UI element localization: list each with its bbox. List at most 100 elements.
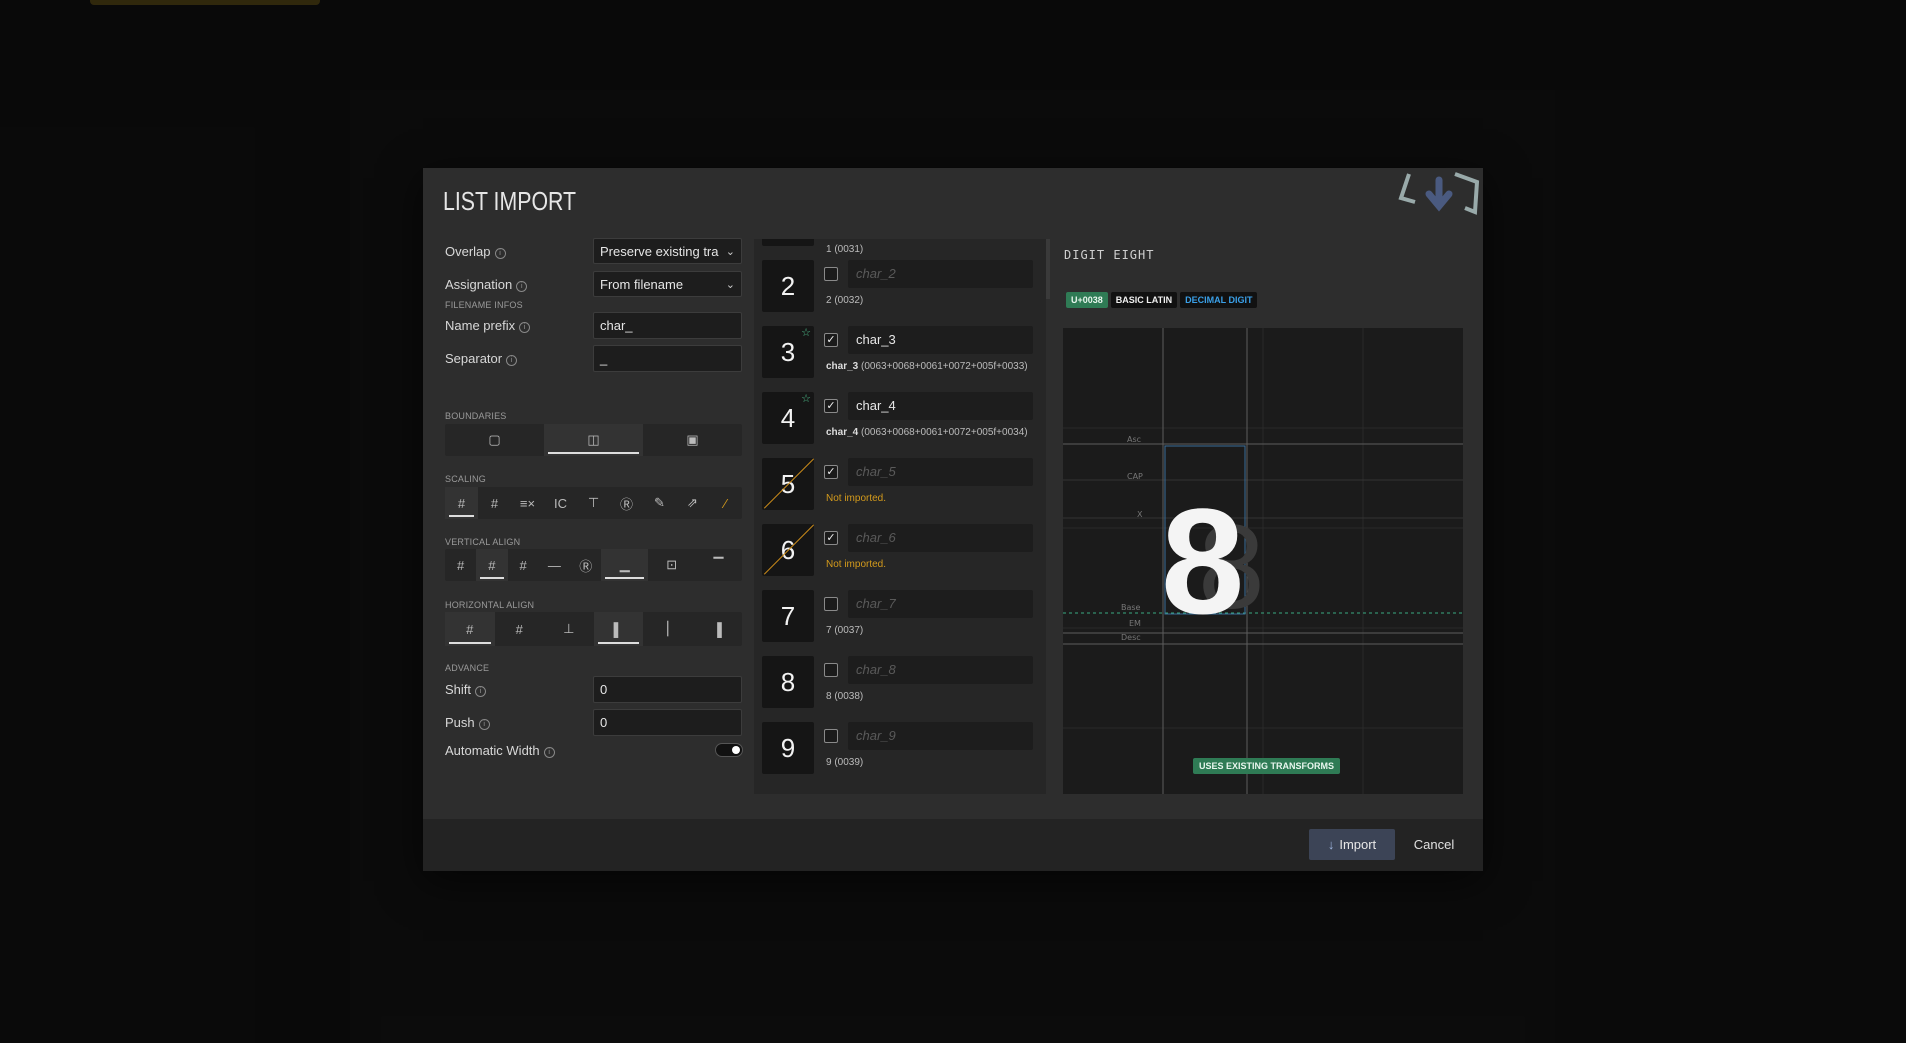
info-icon[interactable]: i xyxy=(506,355,518,366)
assignation-select[interactable]: From filename ⌄ xyxy=(593,271,742,297)
valign-2-button[interactable]: # xyxy=(476,549,508,581)
scale-cap-button[interactable]: IC xyxy=(544,487,577,519)
list-item[interactable]: 3 ☆ ✓ char_3 char_3 (0063+0068+0061+0072+005… xyxy=(754,326,1046,392)
pencil-icon: ✎ xyxy=(654,495,665,510)
block-badge: BASIC LATIN xyxy=(1110,292,1178,308)
import-checkbox[interactable] xyxy=(824,597,838,611)
scale-grid-alt-button[interactable]: # xyxy=(478,487,511,519)
list-item[interactable]: 4 ☆ ✓ char_4 char_4 (0063+0068+0061+0072+005… xyxy=(754,392,1046,458)
halign-left-button[interactable]: ▌ xyxy=(593,612,643,646)
slash-icon: ⁄ xyxy=(724,495,727,511)
glyph-code-value: (0063+0068+0061+0072+005f+0033) xyxy=(858,361,1028,372)
push-label: Push i xyxy=(445,715,490,730)
import-checkbox[interactable] xyxy=(824,663,838,677)
scale-x-button[interactable]: ≡× xyxy=(511,487,544,519)
glyph-thumbnail-char: 9 xyxy=(780,732,796,763)
scale-height-button[interactable]: ⊤ xyxy=(577,487,610,519)
valign-bottom-button[interactable]: ▁ xyxy=(601,549,649,581)
halign-1-button[interactable]: # xyxy=(445,612,495,646)
glyph-code: 1 (0031) xyxy=(826,244,863,255)
scale-grid-button[interactable]: # xyxy=(445,487,478,519)
halign-right-button[interactable]: ▐ xyxy=(693,612,743,646)
glyph-name-input[interactable]: char_2 xyxy=(848,260,1033,288)
transforms-badge: USES EXISTING TRANSFORMS xyxy=(1193,758,1341,774)
chevron-down-icon: ⌄ xyxy=(725,279,735,291)
grid-icon: # xyxy=(490,495,499,511)
info-icon[interactable]: i xyxy=(478,719,490,730)
list-item[interactable]: 6 ✓ char_6 Not imported. xyxy=(754,524,1046,590)
glyph-code: char_3 (0063+0068+0061+0072+005f+0033) xyxy=(826,361,1028,372)
glyph-name-input[interactable]: char_8 xyxy=(848,656,1033,684)
separator-input[interactable]: _ xyxy=(593,345,742,372)
valign-4-button[interactable]: — xyxy=(539,549,570,581)
import-button[interactable]: ↓ Import xyxy=(1309,829,1395,860)
glyph-thumbnail-char: 4 xyxy=(780,402,796,433)
cancel-button[interactable]: Cancel xyxy=(1406,829,1462,860)
scale-fit-button[interactable]: ⇗ xyxy=(676,487,709,519)
align-top-icon: ▔ xyxy=(713,557,724,572)
glyph-list[interactable]: 11 (0031)2char_22 (0032)3☆✓char_3char_3 … xyxy=(754,239,1046,794)
info-icon[interactable]: i xyxy=(519,322,531,333)
list-item[interactable]: 5 ✓ char_5 Not imported. xyxy=(754,458,1046,524)
import-checkbox[interactable] xyxy=(824,267,838,281)
glyph-thumbnail: 8 xyxy=(762,656,814,708)
name-prefix-input[interactable]: char_ xyxy=(593,312,742,339)
import-checkbox[interactable] xyxy=(824,729,838,743)
name-prefix-row: Name prefix i char_ xyxy=(445,312,745,340)
list-item[interactable]: 1 1 (0031) xyxy=(754,239,1046,260)
scale-none-button[interactable]: ⁄ xyxy=(709,487,742,519)
list-item[interactable]: 9 char_9 9 (0039) xyxy=(754,722,1046,788)
info-icon[interactable]: i xyxy=(494,248,506,259)
glyph-name-input[interactable]: char_4 xyxy=(848,392,1033,420)
vertical-align-toolbar: # # # — Ⓡ ▁ ⊡ ▔ xyxy=(445,549,742,581)
import-checkbox[interactable]: ✓ xyxy=(824,465,838,479)
glyph-code: char_4 (0063+0068+0061+0072+005f+0034) xyxy=(826,427,1028,438)
list-item[interactable]: 8 char_8 8 (0038) xyxy=(754,656,1046,722)
glyph-name-input[interactable]: char_7 xyxy=(848,590,1033,618)
list-scrollbar[interactable] xyxy=(1046,239,1050,299)
info-icon[interactable]: i xyxy=(543,747,555,758)
glyph-code: 8 (0038) xyxy=(826,691,863,702)
import-checkbox[interactable]: ✓ xyxy=(824,531,838,545)
list-item[interactable]: 7 char_7 7 (0037) xyxy=(754,590,1046,656)
import-status: Not imported. xyxy=(826,559,887,570)
auto-width-row: Automatic Width i xyxy=(445,737,745,765)
halign-center-button[interactable]: ⎪ xyxy=(643,612,693,646)
not-imported-slash-icon xyxy=(763,458,814,509)
not-imported-slash-icon xyxy=(763,524,814,575)
halign-2-button[interactable]: # xyxy=(495,612,545,646)
import-checkbox[interactable]: ✓ xyxy=(824,333,838,347)
shift-input[interactable]: 0 xyxy=(593,676,742,703)
auto-width-toggle[interactable] xyxy=(715,743,743,757)
shift-label: Shift i xyxy=(445,682,487,697)
metric-x: X xyxy=(1137,510,1143,519)
resize-icon: ⇗ xyxy=(687,495,698,510)
scale-manual-button[interactable]: ✎ xyxy=(643,487,676,519)
separator-row: Separator i _ xyxy=(445,345,745,373)
scale-em-button[interactable]: Ⓡ xyxy=(610,487,643,519)
align-center-icon: ⊡ xyxy=(666,557,678,572)
valign-top-button[interactable]: ▔ xyxy=(695,549,742,581)
info-icon[interactable]: i xyxy=(475,686,487,697)
halign-3-button[interactable]: ⊥ xyxy=(544,612,594,646)
info-icon[interactable]: i xyxy=(516,281,528,292)
glyph-name-input[interactable]: char_6 xyxy=(848,524,1033,552)
boundary-box-button[interactable]: ▢ xyxy=(445,424,544,456)
boundary-advance-button[interactable]: ◫ xyxy=(544,424,643,456)
valign-1-button[interactable]: # xyxy=(445,549,476,581)
valign-5-button[interactable]: Ⓡ xyxy=(570,549,601,581)
import-checkbox[interactable]: ✓ xyxy=(824,399,838,413)
valign-center-button[interactable]: ⊡ xyxy=(648,549,695,581)
boundary-em-button[interactable]: ▣ xyxy=(643,424,742,456)
glyph-name-input[interactable]: char_3 xyxy=(848,326,1033,354)
overlap-select[interactable]: Preserve existing tra ⌄ xyxy=(593,238,742,264)
glyph-thumbnail: 4 ☆ xyxy=(762,392,814,444)
star-icon: ☆ xyxy=(801,393,811,405)
glyph-name-input[interactable]: char_9 xyxy=(848,722,1033,750)
em-icon: Ⓡ xyxy=(579,558,593,574)
vertical-align-heading: VERTICAL ALIGN xyxy=(445,537,521,547)
list-item[interactable]: 2 char_2 2 (0032) xyxy=(754,260,1046,326)
push-input[interactable]: 0 xyxy=(593,709,742,736)
valign-3-button[interactable]: # xyxy=(508,549,539,581)
glyph-name-input[interactable]: char_5 xyxy=(848,458,1033,486)
